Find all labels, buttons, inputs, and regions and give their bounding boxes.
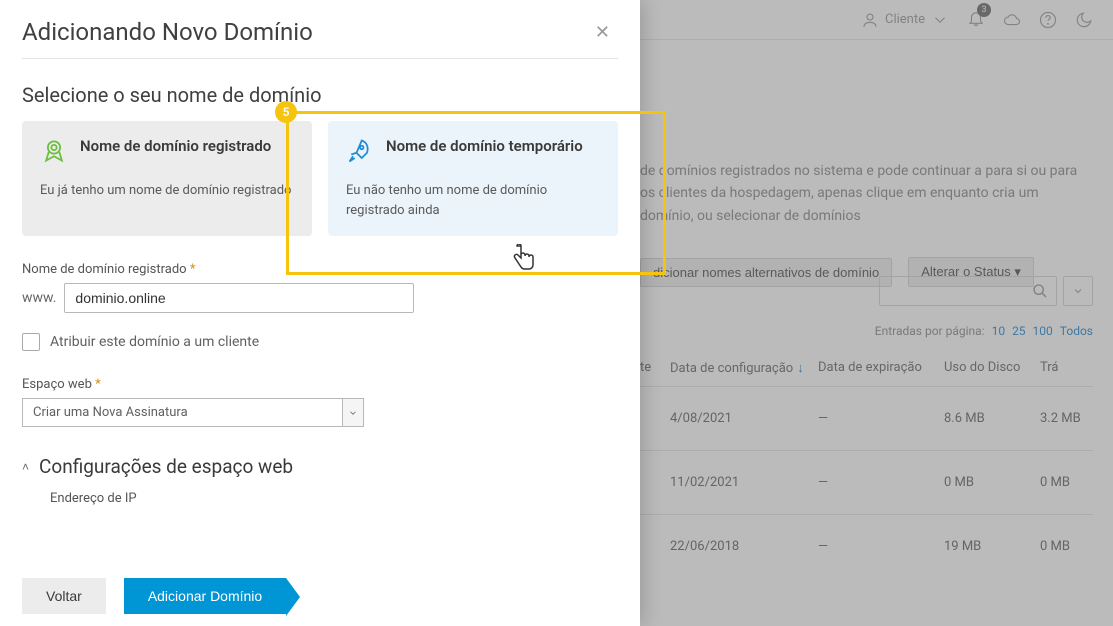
domain-input[interactable] [64,283,414,313]
webspace-field: Espaço web * Criar uma Nova Assinatura [22,377,618,427]
assign-client-checkbox-row: Atribuir este domínio a um cliente [22,333,618,351]
modal-body: Selecione o seu nome de domínio Nome de … [0,59,640,564]
card-title: Nome de domínio registrado [80,137,271,157]
ip-label: Endereço de IP [50,491,137,506]
required-marker: * [190,262,196,277]
webspace-select[interactable]: Criar uma Nova Assinatura [22,398,618,427]
section-title: Selecione o seu nome de domínio [22,83,618,107]
modal-footer: Voltar Adicionar Domínio [0,564,640,626]
select-value: Criar uma Nova Assinatura [22,398,342,427]
required-marker: * [95,377,101,392]
section-heading: Configurações de espaço web [39,455,293,478]
chevron-down-icon [342,398,364,427]
registered-domain-card[interactable]: Nome de domínio registrado Eu já tenho u… [22,121,312,236]
domain-type-cards: Nome de domínio registrado Eu já tenho u… [22,121,618,236]
modal-header: Adicionando Novo Domínio ✕ [0,0,640,58]
ribbon-badge-icon [40,137,68,165]
www-prefix: www. [22,290,56,306]
webspace-config-body: Endereço de IP [22,490,618,506]
modal-title: Adicionando Novo Domínio [22,18,313,46]
rocket-icon [346,137,374,165]
modal-backdrop[interactable] [640,0,1113,626]
add-domain-button[interactable]: Adicionar Domínio [124,578,286,614]
assign-client-checkbox[interactable] [22,333,40,351]
close-icon: ✕ [595,22,610,42]
chevron-up-icon: ˄ [22,460,29,474]
close-button[interactable]: ✕ [595,22,610,43]
tutorial-step-badge: 5 [275,101,297,123]
field-label: Nome de domínio registrado * [22,262,618,277]
domain-name-field: Nome de domínio registrado * www. [22,262,618,313]
card-desc: Eu não tenho um nome de domínio registra… [346,181,600,220]
temporary-domain-card[interactable]: Nome de domínio temporário Eu não tenho … [328,121,618,236]
webspace-config-toggle[interactable]: ˄ Configurações de espaço web [22,455,618,478]
card-desc: Eu já tenho um nome de domínio registrad… [40,181,294,201]
add-domain-modal: Adicionando Novo Domínio ✕ Selecione o s… [0,0,640,626]
card-title: Nome de domínio temporário [386,137,583,157]
field-label: Espaço web * [22,377,618,392]
checkbox-label: Atribuir este domínio a um cliente [50,334,259,350]
back-button[interactable]: Voltar [22,578,106,614]
